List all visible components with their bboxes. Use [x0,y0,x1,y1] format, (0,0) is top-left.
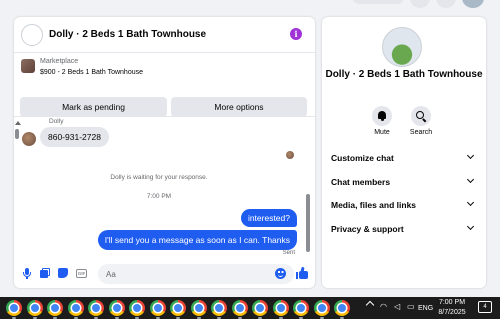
chevron-down-icon [466,198,475,207]
incoming-message[interactable]: 860-931-2728 [40,127,109,147]
chrome-icon[interactable] [334,300,350,319]
menu-label: Customize chat [331,153,394,163]
listing-thumbnail[interactable] [21,59,35,73]
waiting-notice: Dolly is waiting for your response. [110,174,208,181]
message-timestamp: 7:00 PM [146,193,172,200]
battery-icon[interactable]: ▭ [407,302,415,311]
chrome-icon[interactable] [170,300,186,319]
chrome-icon[interactable] [108,300,125,319]
scrollbar-thumb[interactable] [15,129,19,139]
chrome-icon[interactable] [190,300,207,319]
search-button[interactable]: Search [401,106,441,136]
chrome-icon[interactable] [26,300,43,319]
chrome-icon[interactable] [88,300,104,319]
listing-source: Marketplace [40,58,79,65]
contact-avatar[interactable] [21,24,43,46]
top-menu-button[interactable] [410,0,430,8]
top-notifications-button[interactable] [436,0,456,8]
listing-card: Marketplace $900 - 2 Beds 1 Bath Townhou… [14,53,315,117]
scroll-up-arrow-icon[interactable] [15,121,21,125]
left-scrollbar[interactable] [14,117,21,139]
top-strip [0,0,500,10]
menu-chat-members[interactable]: Chat members [322,172,486,192]
info-icon[interactable]: i [290,28,302,40]
listing-description[interactable]: $900 - 2 Beds 1 Bath Townhouse [40,69,143,76]
chevron-down-icon [466,175,475,184]
account-avatar[interactable] [462,0,484,8]
listing-avatar[interactable] [382,27,422,67]
sticker-icon[interactable] [58,268,68,279]
mute-label: Mute [374,129,390,136]
message-composer: GIF [14,260,315,288]
chrome-icon[interactable] [293,300,309,319]
outgoing-message[interactable]: interested? [240,209,297,227]
outgoing-message[interactable]: I'll send you a message as soon as I can… [97,230,297,250]
volume-icon[interactable]: ◁ [394,302,400,311]
more-options-button[interactable]: More options [171,97,307,117]
sender-name: Dolly [49,118,64,125]
thumbs-up-icon[interactable] [296,266,308,279]
notification-center-icon[interactable]: 4 [478,301,492,313]
seen-indicator-avatar [286,151,294,159]
message-input[interactable] [98,264,294,284]
chrome-icon[interactable] [67,300,84,319]
gif-icon[interactable]: GIF [76,268,87,279]
chrome-icon[interactable] [272,300,289,319]
photo-icon[interactable] [40,268,50,279]
search-icon [416,111,424,119]
emoji-icon[interactable] [275,268,286,279]
menu-privacy-support[interactable]: Privacy & support [322,219,486,239]
chrome-icon[interactable] [149,300,166,319]
chrome-icon[interactable] [231,300,248,319]
menu-media-files-links[interactable]: Media, files and links [322,195,486,215]
wifi-icon[interactable]: ◠ [380,302,387,311]
chrome-icon[interactable] [252,300,268,319]
message-status: Sent [282,250,295,256]
chat-scrollbar-thumb[interactable] [306,194,310,252]
chat-title[interactable]: Dolly · 2 Beds 1 Bath Townhouse [49,29,206,40]
chevron-down-icon [466,222,475,231]
sender-avatar[interactable] [22,132,36,146]
clock-date: 8/7/2025 [438,309,466,316]
menu-label: Media, files and links [331,200,417,210]
conversation-info-panel: Dolly · 2 Beds 1 Bath Townhouse Mute Sea… [322,17,486,288]
menu-label: Chat members [331,177,391,187]
chevron-down-icon [466,151,475,160]
bell-icon [378,111,386,121]
mute-button[interactable]: Mute [362,106,402,136]
chat-header: Dolly · 2 Beds 1 Bath Townhouse i [14,17,315,53]
divider [14,116,315,117]
search-label: Search [409,129,433,136]
chrome-icon[interactable] [47,300,63,319]
panel-title: Dolly · 2 Beds 1 Bath Townhouse [325,69,483,80]
chrome-icon[interactable] [313,300,330,319]
microphone-icon[interactable] [22,268,32,279]
menu-label: Privacy & support [331,224,404,234]
chat-window: Dolly · 2 Beds 1 Bath Townhouse i Market… [14,17,315,288]
menu-customize-chat[interactable]: Customize chat [322,148,486,168]
mark-as-pending-button[interactable]: Mark as pending [20,97,167,117]
top-search-pill[interactable] [352,0,404,4]
system-clock[interactable]: 7:00 PM 8/7/2025 [435,298,469,318]
chrome-icon[interactable] [6,300,22,319]
chrome-icon[interactable] [211,300,227,319]
language-indicator[interactable]: ENG [418,305,433,312]
chrome-icon[interactable] [129,300,145,319]
clock-time: 7:00 PM [438,299,466,306]
